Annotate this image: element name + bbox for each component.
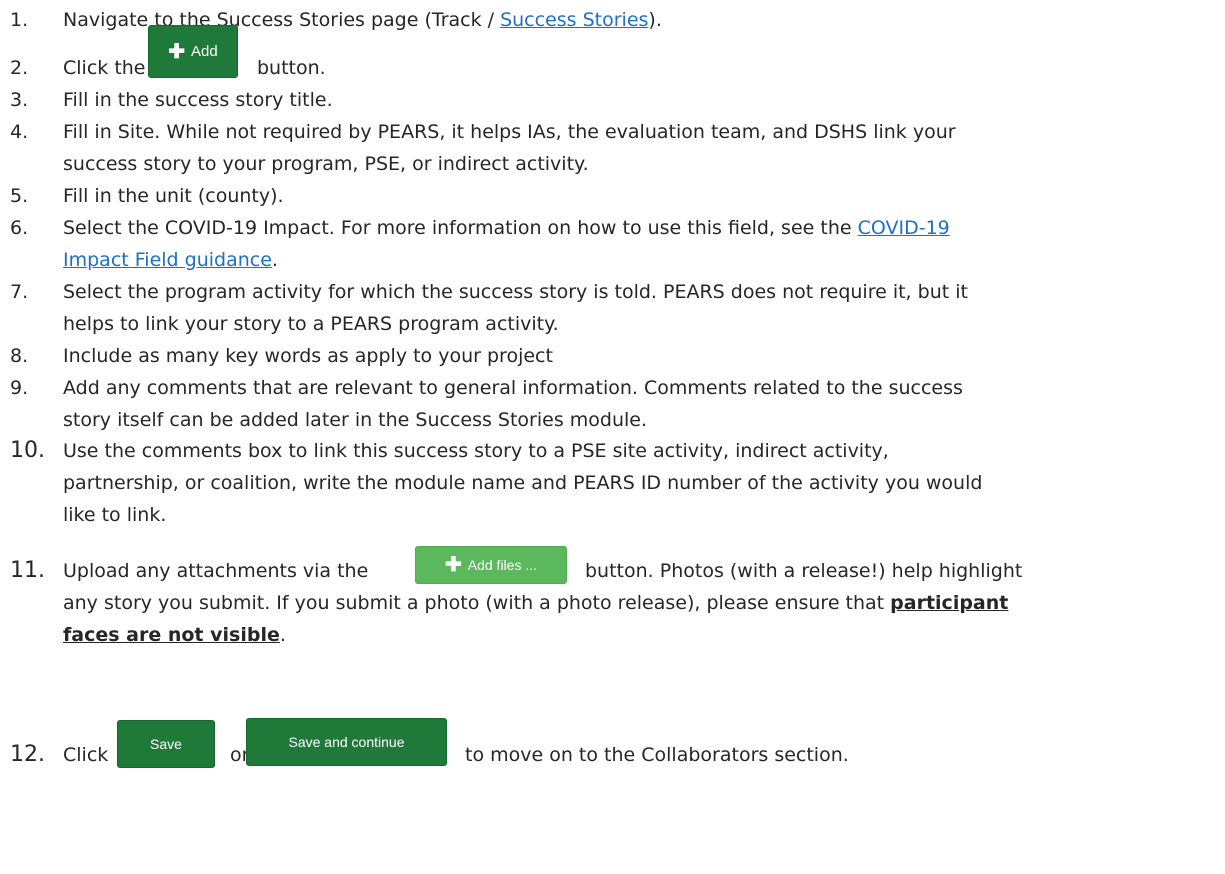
add-files-button-label: Add files ... [467, 557, 538, 573]
step-number: 2. [10, 57, 29, 79]
step-number: 7. [10, 281, 29, 303]
add-files-button[interactable]: ✚ Add files ... [415, 546, 567, 584]
covid-guidance-link-cont[interactable]: Impact Field guidance [63, 249, 272, 271]
step-number: 4. [10, 121, 29, 143]
step-text: Fill in the unit (county). [63, 185, 284, 207]
step-text-pre: Upload any attachments via the [63, 560, 369, 582]
step-text-line3: like to link. [63, 504, 167, 526]
step-text-pre: Select the COVID-19 Impact. For more inf… [63, 217, 858, 239]
step-number: 5. [10, 185, 29, 207]
step-text-line1: Add any comments that are relevant to ge… [63, 377, 963, 399]
success-stories-link[interactable]: Success Stories [500, 9, 648, 31]
step-text-post: to move on to the Collaborators section. [465, 744, 849, 766]
add-button-label: Add [191, 43, 218, 60]
step-text: Fill in the success story title. [63, 89, 333, 111]
step-text-pre: Click the [63, 57, 146, 79]
save-button[interactable]: Save [117, 720, 215, 768]
step-text-line2: helps to link your story to a PEARS prog… [63, 313, 559, 335]
step-text-pre: any story you submit. If you submit a ph… [63, 592, 891, 614]
emphasis-text: participant [890, 592, 1009, 614]
step-text-line2: any story you submit. If you submit a ph… [63, 589, 1008, 617]
step-text-line1: Select the COVID-19 Impact. For more inf… [63, 214, 950, 242]
step-text-line1: Use the comments box to link this succes… [63, 440, 889, 462]
add-button[interactable]: ✚ Add [148, 25, 238, 78]
step-text-post: . [271, 249, 278, 271]
step-number: 8. [10, 345, 29, 367]
step-text-pre: Navigate to the Success Stories page (Tr… [63, 9, 501, 31]
step-number: 3. [10, 89, 29, 111]
step-text-post: ). [648, 9, 662, 31]
step-text-post: button. Photos (with a release!) help hi… [585, 560, 1023, 582]
plus-icon: ✚ [444, 554, 462, 576]
step-number: 6. [10, 217, 29, 239]
covid-guidance-link[interactable]: COVID-19 [858, 217, 950, 239]
step-text-line3: faces are not visible. [63, 621, 286, 649]
step-text-line2: story itself can be added later in the S… [63, 409, 648, 431]
step-number: 9. [10, 377, 29, 399]
step-number: 12. [10, 742, 45, 767]
save-and-continue-button[interactable]: Save and continue [246, 718, 447, 766]
plus-icon: ✚ [168, 40, 186, 63]
step-number: 1. [10, 9, 29, 31]
step-text-line1: Select the program activity for which th… [63, 281, 968, 303]
step-text-line2: partnership, or coalition, write the mod… [63, 472, 983, 494]
step-text-line2: success story to your program, PSE, or i… [63, 153, 589, 175]
step-text-pre: Click [63, 744, 109, 766]
step-number: 11. [10, 558, 45, 583]
step-text-line2: Impact Field guidance. [63, 246, 278, 274]
step-number: 10. [10, 438, 45, 463]
step-text-post: . [279, 624, 286, 646]
emphasis-text: faces are not visible [63, 624, 280, 646]
step-text-line1: Fill in Site. While not required by PEAR… [63, 121, 956, 143]
step-text-post: button. [257, 57, 326, 79]
step-text: Include as many key words as apply to yo… [63, 345, 553, 367]
